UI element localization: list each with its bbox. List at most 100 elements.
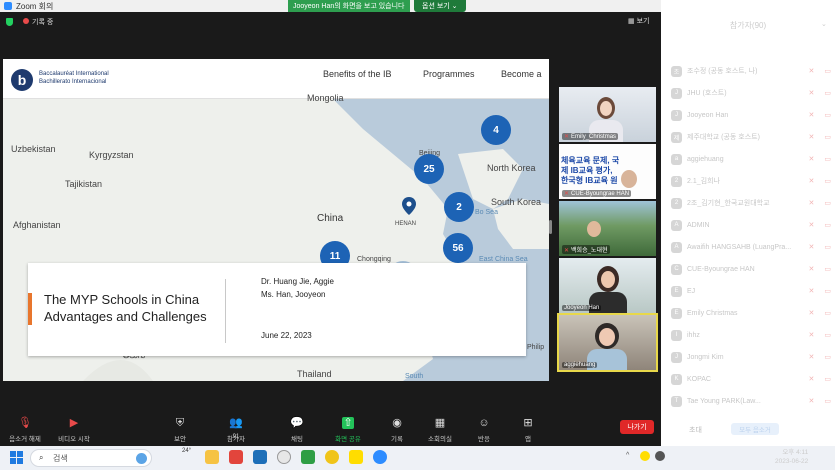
chrome-canary-icon[interactable]	[325, 450, 339, 464]
map-label-kyrgyzstan: Kyrgyzstan	[89, 150, 134, 160]
participant-row[interactable]: J Jongmi Kim ✕ ▭	[671, 350, 831, 364]
participants-label: 참가자	[227, 436, 245, 443]
school-cluster-marker[interactable]: 4	[481, 115, 511, 145]
video-tile[interactable]: 체육교육 문제, 국제 IB교육 평가, 한국형 IB교육 원 ✕ CUE-Byo…	[559, 144, 656, 199]
video-tile[interactable]: Jooyeon Han	[559, 258, 656, 313]
app-blue-icon[interactable]	[253, 450, 267, 464]
kakaotalk-icon[interactable]	[349, 450, 363, 464]
participant-row[interactable]: A Awaifih HANGSAHB (LuangPra... ✕ ▭	[671, 240, 831, 254]
view-options-button[interactable]: 옵션 보기 ⌄	[414, 0, 466, 12]
record-label: 기록	[391, 436, 403, 443]
splitter-handle[interactable]	[549, 220, 552, 234]
invite-button[interactable]: 초대	[689, 425, 702, 435]
chrome-icon[interactable]	[277, 450, 291, 464]
participant-row[interactable]: a aggiehuang ✕ ▭	[671, 152, 831, 166]
video-banner-text: 체육교육 문제, 국제 IB교육 평가, 한국형 IB교육 원	[561, 156, 620, 185]
participant-avatar: 2	[671, 175, 682, 187]
taskbar-clock[interactable]: 오후 4:11 2023-06-22	[775, 448, 808, 466]
video-tile[interactable]: ✕ Emily_Christmas	[559, 87, 656, 142]
chat-label: 채팅	[291, 436, 303, 443]
mute-all-button[interactable]: 모두 음소거	[731, 423, 779, 435]
map-pin-icon[interactable]	[402, 197, 416, 215]
view-button[interactable]: ▦ 보기	[628, 16, 649, 26]
tray-chevron-icon[interactable]: ^	[626, 452, 629, 459]
participant-name: Tae Young PARK(Law...	[687, 397, 761, 405]
school-cluster-marker[interactable]: 25	[414, 154, 444, 184]
mic-muted-icon: ✕	[564, 248, 570, 254]
weather-widget[interactable]: 24°	[182, 448, 191, 454]
video-tile[interactable]: ✕ 백희승_노대현	[559, 201, 656, 256]
participant-row[interactable]: 제 제주대학교 (공동 호스트) ✕ ▭	[671, 130, 831, 144]
share-screen-button[interactable]: ⇧ 화면 공유	[326, 417, 370, 443]
leave-button[interactable]: 나가기	[620, 420, 654, 434]
ib-logo: b	[11, 69, 33, 91]
weather-temp: 24°	[182, 448, 192, 454]
windows-start-icon[interactable]	[10, 451, 23, 464]
participant-row[interactable]: Iihhz ✕ ▭	[671, 328, 831, 342]
tray-app-icon[interactable]	[655, 451, 665, 461]
app-red-icon[interactable]	[229, 450, 243, 464]
presenter-line-1: Dr. Huang Jie, Aggie	[261, 277, 334, 286]
security-button[interactable]: ⛨ 보안	[158, 417, 202, 443]
map-label-bohai: Bo Sea	[475, 209, 498, 216]
participant-row[interactable]: T Tae Young PARK(Law... ✕ ▭	[671, 394, 831, 408]
nav-benefits[interactable]: Benefits of the IB	[323, 69, 392, 79]
mic-muted-icon: ✕	[808, 332, 815, 339]
mic-muted-icon: ✕	[808, 222, 815, 229]
nav-become[interactable]: Become a	[501, 69, 542, 79]
reactions-button[interactable]: ☺ 반응	[462, 417, 506, 443]
taskbar-search-input[interactable]: ⌕ 검색	[30, 449, 152, 467]
mic-muted-icon: ✕	[564, 191, 570, 197]
video-tile-active-speaker[interactable]: aggiehuang	[557, 313, 658, 372]
participant-name: JHU (호스트)	[687, 90, 727, 97]
participant-avatar: E	[671, 307, 682, 319]
breakout-rooms-button[interactable]: ▦ 소회의실	[418, 417, 462, 443]
participant-avatar: a	[671, 153, 682, 165]
video-participant-name: aggiehuang	[564, 362, 596, 368]
recording-indicator[interactable]: 기록 중	[23, 17, 53, 27]
reaction-icon: ☺	[478, 417, 490, 429]
mic-muted-icon: ✕	[808, 266, 815, 273]
video-off-icon: ▭	[824, 68, 831, 75]
participant-row[interactable]: A ADMIN ✕ ▭	[671, 218, 831, 232]
start-video-button[interactable]: ▶ 비디오 시작	[52, 417, 96, 443]
shared-screen[interactable]: b Baccalauréat International Bachillerat…	[3, 59, 549, 381]
participants-panel-title: 참가자(90)	[729, 21, 767, 30]
unmute-button[interactable]: 🎙 음소거 해제	[3, 417, 47, 443]
participant-avatar: A	[671, 241, 682, 253]
participant-status: ✕ ▭	[809, 155, 832, 163]
security-shield-icon[interactable]	[6, 18, 13, 26]
participant-row[interactable]: K KOPAC ✕ ▭	[671, 372, 831, 386]
participant-row[interactable]: C CUE-Byoungrae HAN ✕ ▭	[671, 262, 831, 276]
presenter-line-2: Ms. Han, Jooyeon	[261, 290, 326, 299]
participant-name: 2조_김기현_한국교원대학교	[687, 200, 770, 207]
school-cluster-marker[interactable]: 2	[444, 192, 474, 222]
share-screen-label: 화면 공유	[335, 436, 361, 443]
participant-row[interactable]: 2 2.1_김희나 ✕ ▭	[671, 174, 831, 188]
participant-row[interactable]: 2 2조_김기현_한국교원대학교 ✕ ▭	[671, 196, 831, 210]
start-video-label: 비디오 시작	[58, 436, 90, 443]
participant-row[interactable]: J Jooyeon Han ✕ ▭	[671, 108, 831, 122]
apps-button[interactable]: ⊞ 앱	[506, 417, 550, 443]
mic-muted-icon: ✕	[808, 244, 815, 251]
record-button[interactable]: ◉ 기록	[375, 417, 419, 443]
school-cluster-marker[interactable]: 56	[443, 233, 473, 263]
mic-muted-icon: ✕	[808, 310, 815, 317]
chat-button[interactable]: 💬 채팅	[275, 417, 319, 443]
card-divider	[225, 279, 226, 343]
panel-collapse-icon[interactable]: ⌄	[821, 20, 827, 28]
zoom-taskbar-icon[interactable]	[373, 450, 387, 464]
participants-button[interactable]: 👥91 참가자	[214, 417, 258, 443]
participant-row[interactable]: 조 조수정 (공동 호스트, 나) ✕ ▭	[671, 64, 831, 78]
participant-avatar: 제	[671, 131, 682, 143]
video-off-icon: ▭	[824, 332, 831, 339]
tray-app-icon[interactable]	[640, 451, 650, 461]
participant-row[interactable]: E EJ ✕ ▭	[671, 284, 831, 298]
participant-row[interactable]: J JHU (호스트) ✕ ▭	[671, 86, 831, 100]
participant-status: ✕ ▭	[809, 353, 832, 361]
video-off-icon: ▭	[824, 156, 831, 163]
participant-row[interactable]: E Emily Christmas ✕ ▭	[671, 306, 831, 320]
nav-programmes[interactable]: Programmes	[423, 69, 475, 79]
app-green-icon[interactable]	[301, 450, 315, 464]
file-explorer-icon[interactable]	[205, 450, 219, 464]
